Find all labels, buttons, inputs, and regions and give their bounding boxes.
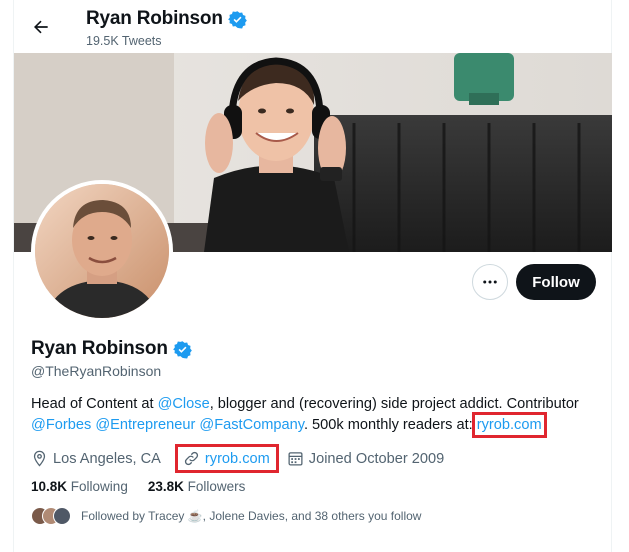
profile-bio: Head of Content at @Close, blogger and (… (31, 394, 606, 438)
mention-forbes[interactable]: @Forbes (31, 417, 91, 433)
bio-text: , blogger and (recovering) side project … (209, 396, 579, 412)
bio-website-link[interactable]: ryrob.com (471, 412, 547, 438)
follower-avatars (31, 507, 71, 525)
profile-name-row: Ryan Robinson (31, 338, 192, 360)
follow-stats: 10.8K Following 23.8K Followers (31, 479, 245, 494)
mini-avatar (53, 507, 71, 525)
mention-entrepreneur[interactable]: @Entrepreneur (95, 417, 195, 433)
back-button[interactable] (24, 10, 58, 44)
profile-name: Ryan Robinson (31, 338, 168, 359)
followers-label: Followers (187, 479, 246, 494)
verified-badge-icon (227, 10, 247, 29)
followed-by[interactable]: Followed by Tracey ☕, Jolene Davies, and… (31, 507, 421, 525)
avatar-photo (35, 184, 169, 318)
followers-stat[interactable]: 23.8K Followers (148, 479, 246, 494)
join-date-text: Joined October 2009 (308, 450, 445, 467)
following-stat[interactable]: 10.8K Following (31, 479, 128, 494)
profile-meta: Los Angeles, CA ryrob.com Joined October… (31, 444, 458, 473)
follow-button[interactable]: Follow (516, 264, 596, 300)
following-count: 10.8K (31, 479, 68, 494)
website[interactable]: ryrob.com (174, 444, 279, 473)
profile-handle: @TheRyanRobinson (31, 363, 162, 379)
bio-text: Head of Content at (31, 396, 158, 412)
arrow-left-icon (34, 20, 48, 34)
followed-by-text: Followed by Tracey ☕, Jolene Davies, and… (81, 509, 422, 523)
avatar[interactable] (31, 180, 173, 322)
location: Los Angeles, CA (31, 450, 161, 467)
location-text: Los Angeles, CA (53, 450, 161, 467)
mention-close[interactable]: @Close (158, 396, 210, 412)
mention-fastcompany[interactable]: @FastCompany (199, 417, 304, 433)
header-name: Ryan Robinson (86, 8, 223, 29)
calendar-icon (288, 452, 303, 466)
following-label: Following (70, 479, 128, 494)
more-horizontal-icon (483, 280, 497, 284)
header-title: Ryan Robinson (86, 8, 247, 30)
bio-text: . 500k monthly readers at: (303, 417, 477, 433)
link-icon (184, 451, 198, 466)
website-link[interactable]: ryrob.com (205, 451, 270, 467)
more-options-button[interactable] (472, 264, 508, 300)
verified-badge-icon (172, 340, 192, 359)
followers-count: 23.8K (147, 479, 184, 494)
join-date: Joined October 2009 (287, 450, 445, 467)
location-pin-icon (33, 450, 46, 467)
tweet-count: 19.5K Tweets (86, 34, 162, 48)
